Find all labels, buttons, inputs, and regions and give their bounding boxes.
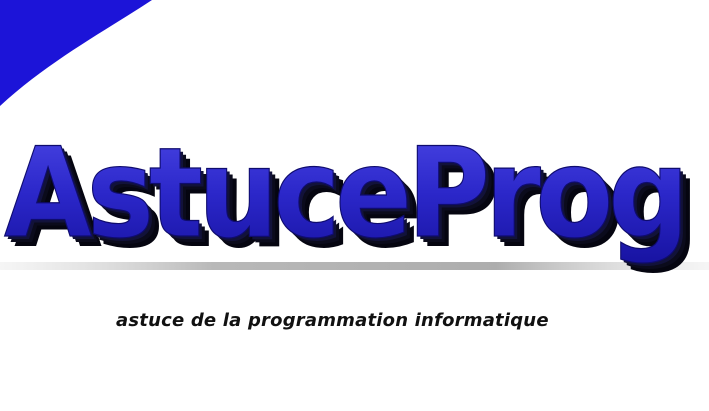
- tagline: astuce de la programmation informatique: [116, 310, 549, 331]
- logo-wordmark: AstuceProg AstuceProg AstuceProg AstuceP…: [0, 128, 709, 276]
- logo: AstuceProg AstuceProg AstuceProg AstuceP…: [0, 128, 709, 276]
- logo-face: AstuceProg: [4, 128, 684, 266]
- banner: AstuceProg AstuceProg AstuceProg AstuceP…: [0, 0, 709, 411]
- corner-swoosh-decoration: [0, 0, 152, 106]
